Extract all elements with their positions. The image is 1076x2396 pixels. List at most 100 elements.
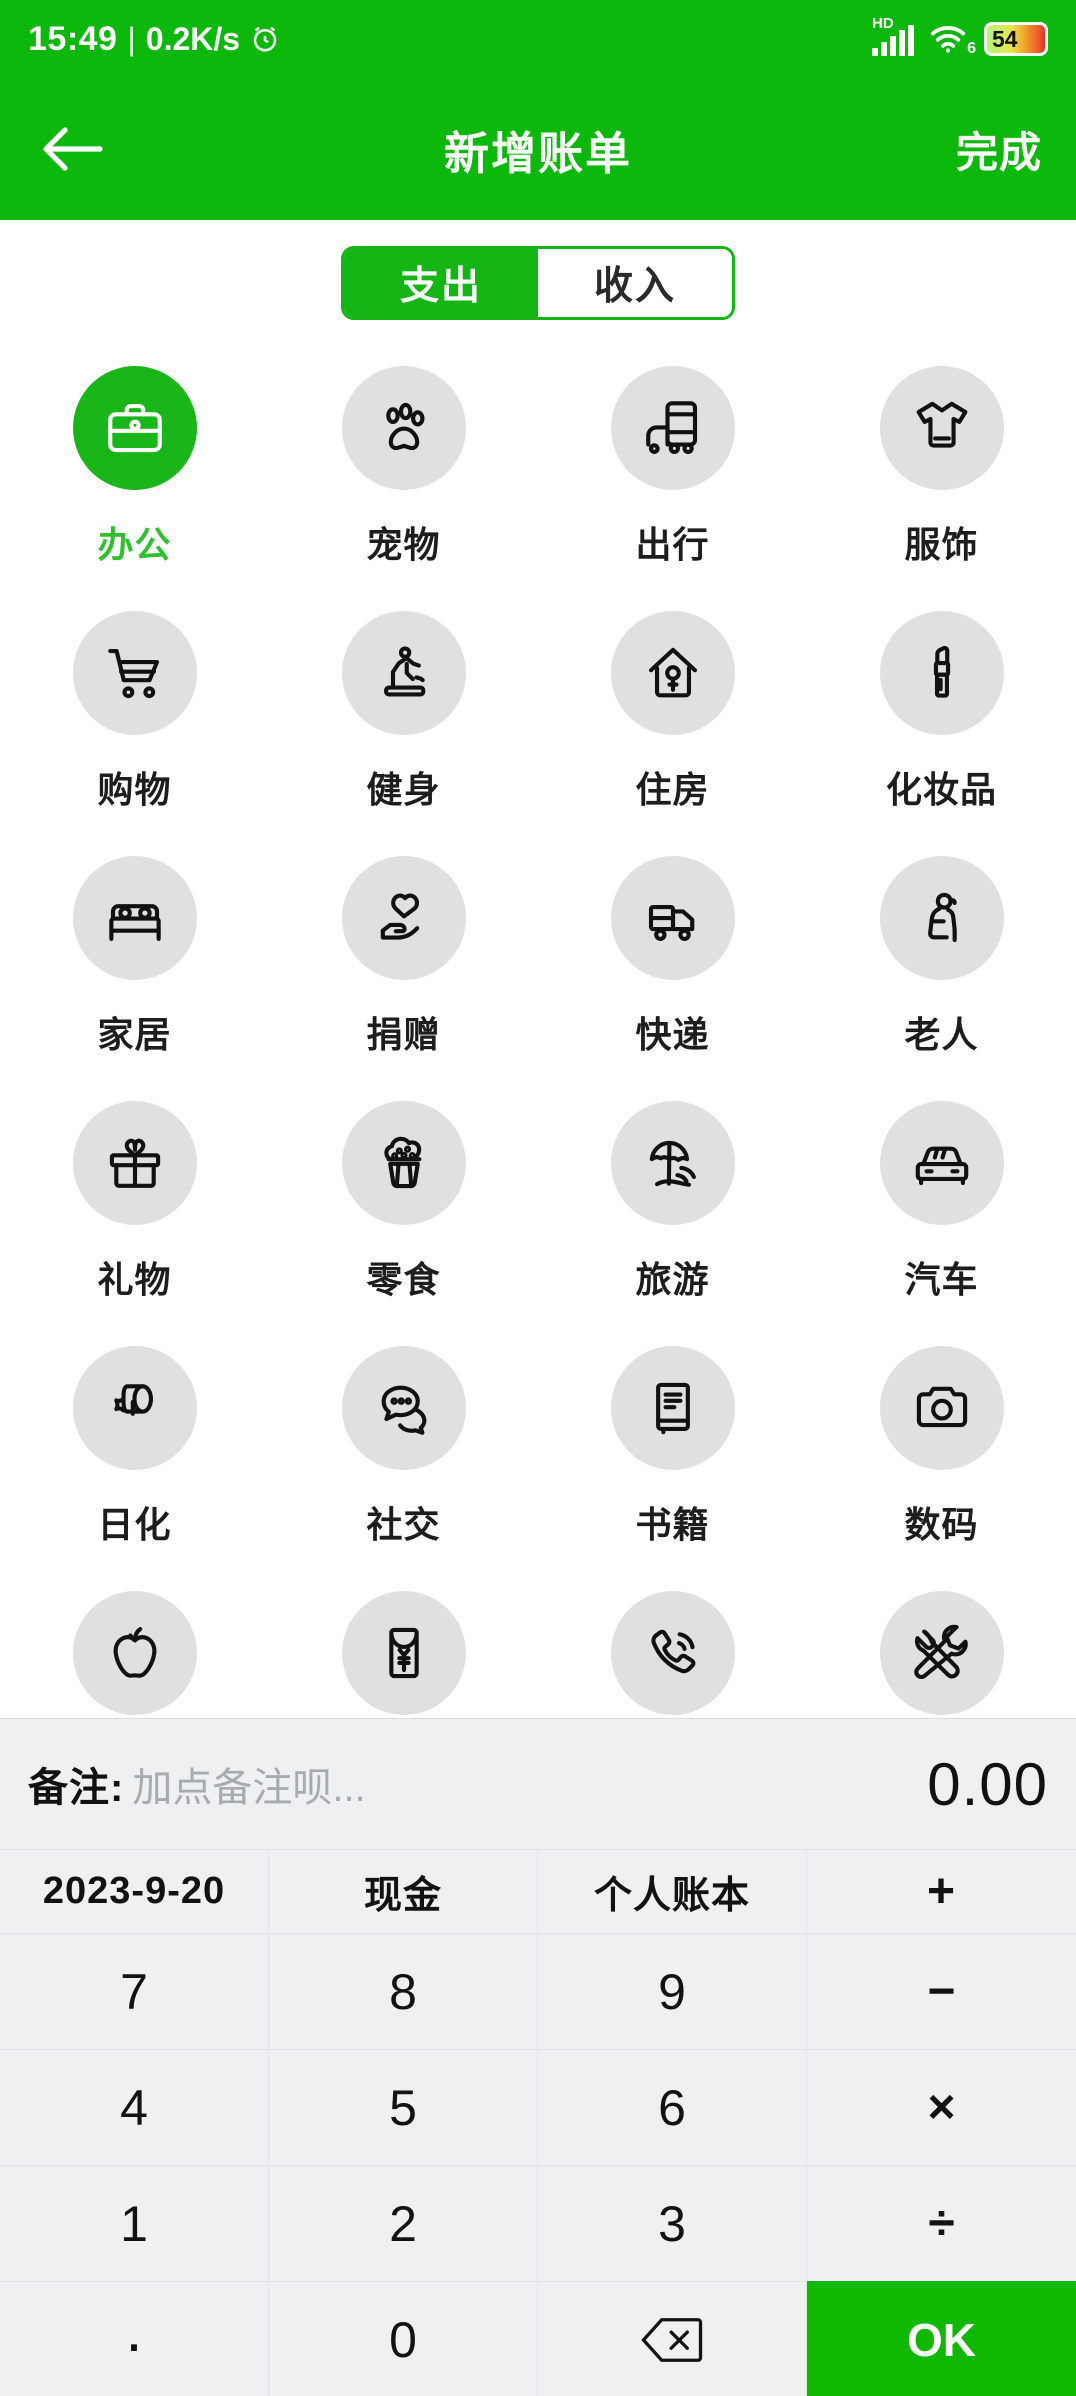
tissue-roll-icon (102, 1375, 168, 1441)
category-item-健身[interactable]: 健身 (269, 597, 538, 842)
status-bar: 15:49 | 0.2K/s HD (0, 0, 1076, 78)
category-item-出行[interactable]: 出行 (538, 352, 807, 597)
key-operator-3[interactable]: − (807, 1933, 1076, 2049)
category-label: 社交 (366, 1496, 440, 1548)
category-item-捐赠[interactable]: 捐赠 (269, 842, 538, 1087)
category-icon-circle (342, 856, 466, 980)
category-icon-circle (611, 1591, 735, 1715)
key-3[interactable]: 3 (538, 2165, 807, 2281)
key-ok[interactable]: OK (807, 2281, 1076, 2396)
key-6[interactable]: 6 (538, 2049, 807, 2165)
phone-screen: 15:49 | 0.2K/s HD (0, 0, 1076, 2396)
lipstick-icon (909, 640, 975, 706)
app-bar: 新增账单 完成 (0, 78, 1076, 220)
date-selector[interactable]: 2023-9-20 (0, 1850, 269, 1933)
category-item-化妆品[interactable]: 化妆品 (807, 597, 1076, 842)
key-8[interactable]: 8 (269, 1933, 538, 2049)
done-button[interactable]: 完成 (956, 119, 1042, 180)
status-bar-right: HD 6 54 (872, 22, 1048, 56)
battery-level-label: 54 (987, 28, 1018, 51)
category-item-办公[interactable]: 办公 (0, 352, 269, 597)
back-button[interactable] (34, 110, 112, 188)
category-label: 服饰 (904, 516, 978, 568)
category-grid[interactable]: 办公宠物出行服饰购物健身 住房 化妆品家居 捐赠快递 老人礼物 零食 旅游 汽车日化 社交 书籍数… (0, 352, 1076, 1722)
category-label: 家居 (97, 1006, 171, 1058)
category-item-购物[interactable]: 购物 (0, 597, 269, 842)
numeric-keypad[interactable]: 789− 456× 123÷.0 OK (0, 1933, 1076, 2396)
key-5[interactable]: 5 (269, 2049, 538, 2165)
category-item-宠物[interactable]: 宠物 (269, 352, 538, 597)
tools-icon (909, 1620, 975, 1686)
category-label: 礼物 (97, 1251, 171, 1303)
category-icon-circle (880, 1346, 1004, 1470)
category-item-社交[interactable]: 社交 (269, 1332, 538, 1577)
category-label: 零食 (366, 1251, 440, 1303)
category-item[interactable] (269, 1577, 538, 1722)
add-button[interactable]: + (807, 1850, 1076, 1933)
key-0[interactable]: 0 (269, 2281, 538, 2396)
category-item-住房[interactable]: 住房 (538, 597, 807, 842)
category-item[interactable] (0, 1577, 269, 1722)
key-backspace[interactable] (538, 2281, 807, 2396)
category-icon-circle (611, 366, 735, 490)
page-title: 新增账单 (0, 117, 1076, 182)
category-label: 汽车 (904, 1251, 978, 1303)
tab-expense[interactable]: 支出 (344, 249, 538, 317)
ledger-selector[interactable]: 个人账本 (538, 1850, 807, 1933)
battery-indicator: 54 (984, 22, 1048, 56)
key-4[interactable]: 4 (0, 2049, 269, 2165)
key-9[interactable]: 9 (538, 1933, 807, 2049)
category-icon-circle (342, 1346, 466, 1470)
note-row: 备注: 加点备注呗... 0.00 (0, 1719, 1076, 1849)
category-item-礼物[interactable]: 礼物 (0, 1087, 269, 1332)
elderly-person-icon (909, 885, 975, 951)
category-item-汽车[interactable]: 汽车 (807, 1087, 1076, 1332)
category-label: 住房 (635, 761, 709, 813)
category-label: 日化 (97, 1496, 171, 1548)
key-operator-11[interactable]: ÷ (807, 2165, 1076, 2281)
account-selector[interactable]: 现金 (269, 1850, 538, 1933)
category-icon-circle (880, 856, 1004, 980)
category-item-零食[interactable]: 零食 (269, 1087, 538, 1332)
note-label: 备注: (28, 1755, 124, 1813)
category-icon-circle (611, 611, 735, 735)
category-item[interactable] (538, 1577, 807, 1722)
category-icon-circle (880, 611, 1004, 735)
category-item[interactable] (807, 1577, 1076, 1722)
category-item-家居[interactable]: 家居 (0, 842, 269, 1087)
key-operator-7[interactable]: × (807, 2049, 1076, 2165)
category-item-快递[interactable]: 快递 (538, 842, 807, 1087)
delivery-truck-icon (640, 885, 706, 951)
key-2[interactable]: 2 (269, 2165, 538, 2281)
key-1[interactable]: 1 (0, 2165, 269, 2281)
status-divider: | (127, 21, 135, 58)
key-dot[interactable]: . (0, 2281, 269, 2396)
category-label: 健身 (366, 761, 440, 813)
network-speed: 0.2K/s (146, 21, 240, 58)
paw-icon (371, 395, 437, 461)
category-icon-circle (73, 1591, 197, 1715)
category-item-旅游[interactable]: 旅游 (538, 1087, 807, 1332)
category-item-服饰[interactable]: 服饰 (807, 352, 1076, 597)
note-input[interactable]: 加点备注呗... (132, 1755, 365, 1813)
key-7[interactable]: 7 (0, 1933, 269, 2049)
category-item-数码[interactable]: 数码 (807, 1332, 1076, 1577)
tab-income[interactable]: 收入 (538, 249, 732, 317)
category-item-日化[interactable]: 日化 (0, 1332, 269, 1577)
category-label: 快递 (635, 1006, 709, 1058)
wifi-icon: 6 (928, 22, 970, 56)
house-key-icon (640, 640, 706, 706)
wifi-generation-label: 6 (967, 40, 976, 58)
category-item-老人[interactable]: 老人 (807, 842, 1076, 1087)
category-label: 旅游 (635, 1251, 709, 1303)
heart-in-hand-icon (371, 885, 437, 951)
category-icon-circle (880, 366, 1004, 490)
cupcake-icon (371, 1130, 437, 1196)
category-icon-circle (73, 1346, 197, 1470)
category-item-书籍[interactable]: 书籍 (538, 1332, 807, 1577)
category-icon-circle (342, 1591, 466, 1715)
category-icon-circle (342, 366, 466, 490)
bus-icon (640, 395, 706, 461)
bed-icon (102, 885, 168, 951)
category-icon-circle (880, 1101, 1004, 1225)
